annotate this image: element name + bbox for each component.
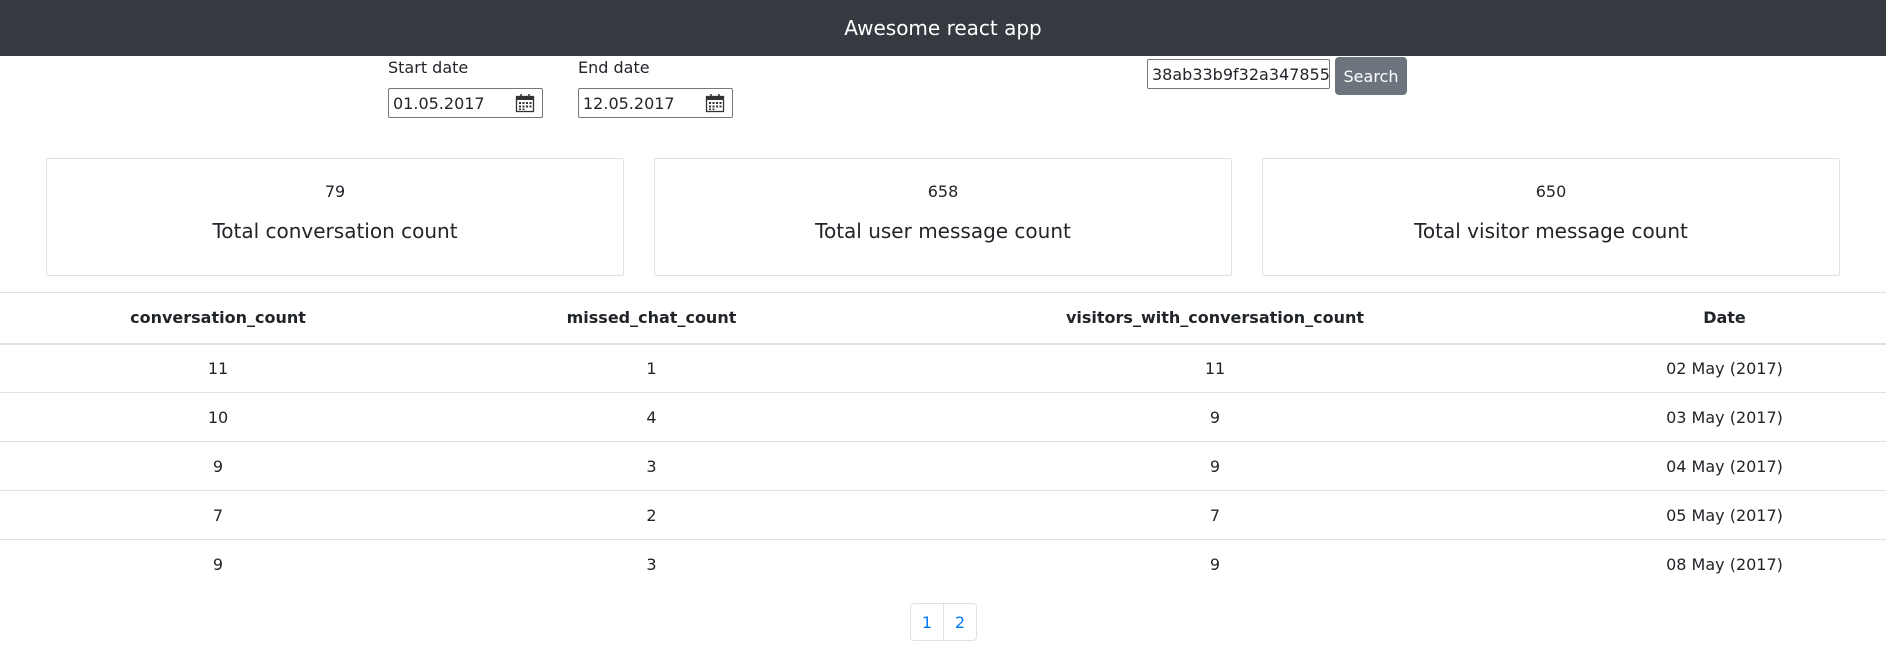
table-cell: 9 [0, 441, 436, 491]
start-date-value: 01.05.2017 [393, 93, 485, 113]
page-link-1[interactable]: 1 [910, 603, 944, 641]
table-row: 9 3 9 08 May (2017) [0, 539, 1886, 589]
table-cell: 7 [0, 490, 436, 540]
start-date-input[interactable]: 01.05.2017 [388, 88, 543, 118]
stats-table: conversation_count missed_chat_count vis… [0, 292, 1886, 589]
calendar-icon[interactable] [704, 92, 726, 114]
stat-value: 658 [927, 182, 959, 201]
column-header[interactable]: conversation_count [0, 292, 436, 345]
stat-title: Total visitor message count [1414, 219, 1688, 243]
stat-value: 650 [1535, 182, 1567, 201]
table-cell: 11 [867, 343, 1563, 393]
pagination: 1 2 [910, 603, 977, 641]
table-cell: 9 [867, 441, 1563, 491]
stat-card-user-messages: 658 Total user message count [654, 158, 1232, 276]
app-header: Awesome react app [0, 0, 1886, 56]
table-cell: 2 [436, 490, 867, 540]
table-cell: 11 [0, 343, 436, 393]
search-button[interactable]: Search [1335, 57, 1407, 95]
start-date-label: Start date [388, 58, 469, 77]
table-cell: 3 [436, 539, 867, 589]
table-cell: 9 [867, 539, 1563, 589]
table-cell: 1 [436, 343, 867, 393]
end-date-value: 12.05.2017 [583, 93, 675, 113]
stat-title: Total conversation count [212, 219, 458, 243]
table-row: 11 1 11 02 May (2017) [0, 343, 1886, 393]
page-link-2[interactable]: 2 [943, 603, 977, 641]
app-title: Awesome react app [844, 16, 1042, 40]
search-input-value: 38ab33b9f32a3478555d7 [1152, 64, 1330, 84]
end-date-label: End date [578, 58, 650, 77]
table-cell: 04 May (2017) [1563, 441, 1886, 491]
search-button-label: Search [1343, 66, 1399, 86]
column-header[interactable]: visitors_with_conversation_count [867, 292, 1563, 345]
column-header[interactable]: missed_chat_count [436, 292, 867, 345]
stat-card-conversations: 79 Total conversation count [46, 158, 624, 276]
table-cell: 7 [867, 490, 1563, 540]
stat-card-visitor-messages: 650 Total visitor message count [1262, 158, 1840, 276]
table-cell: 9 [867, 392, 1563, 442]
stat-title: Total user message count [815, 219, 1071, 243]
stat-value: 79 [324, 182, 346, 201]
table-row: 9 3 9 04 May (2017) [0, 441, 1886, 491]
table-cell: 03 May (2017) [1563, 392, 1886, 442]
table-cell: 4 [436, 392, 867, 442]
calendar-icon[interactable] [514, 92, 536, 114]
table-cell: 08 May (2017) [1563, 539, 1886, 589]
search-input[interactable]: 38ab33b9f32a3478555d7 [1147, 59, 1330, 89]
table-cell: 3 [436, 441, 867, 491]
column-header[interactable]: Date [1563, 292, 1886, 345]
table-cell: 10 [0, 392, 436, 442]
table-row: 7 2 7 05 May (2017) [0, 490, 1886, 540]
table-header-row: conversation_count missed_chat_count vis… [0, 292, 1886, 345]
table-cell: 05 May (2017) [1563, 490, 1886, 540]
table-cell: 9 [0, 539, 436, 589]
table-row: 10 4 9 03 May (2017) [0, 392, 1886, 442]
end-date-input[interactable]: 12.05.2017 [578, 88, 733, 118]
table-cell: 02 May (2017) [1563, 343, 1886, 393]
